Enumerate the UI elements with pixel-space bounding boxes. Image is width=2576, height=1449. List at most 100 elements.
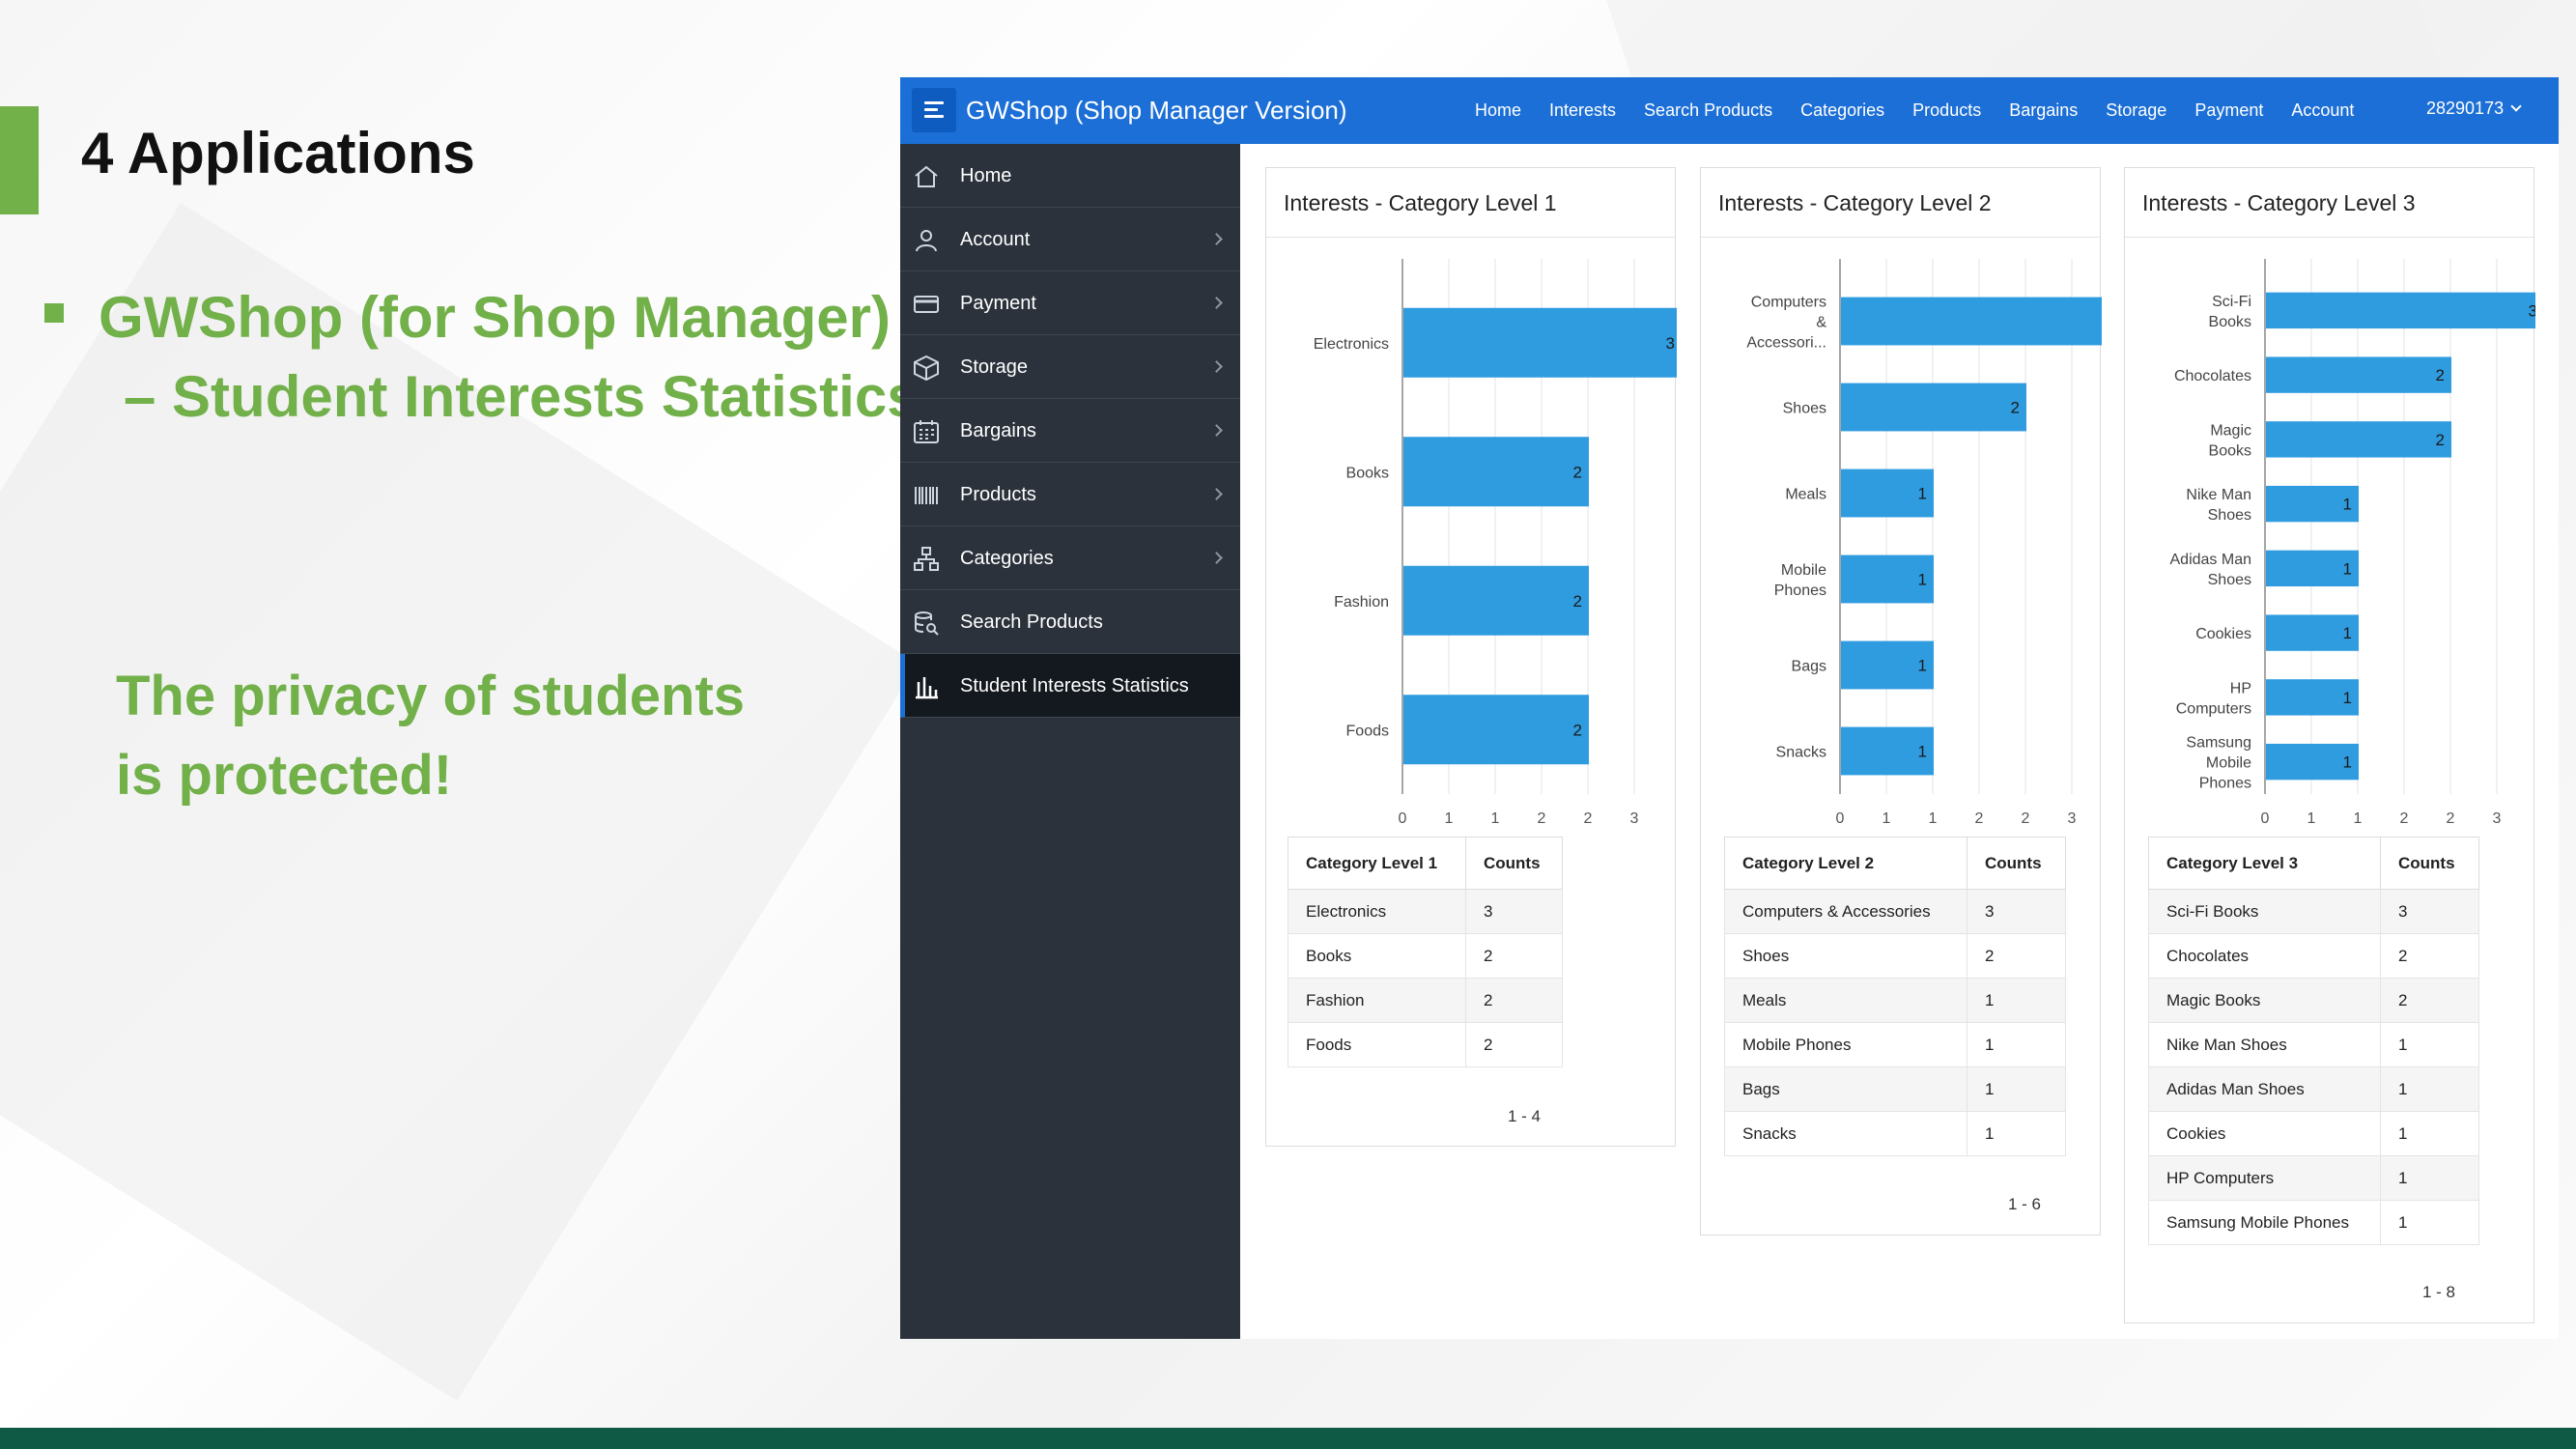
category-cell: Meals — [1724, 978, 1967, 1023]
x-tick-label: 1 — [1929, 810, 1938, 827]
x-tick-label: 0 — [1399, 810, 1407, 827]
user-menu[interactable]: 28290173 — [2426, 99, 2522, 119]
bar — [1403, 565, 1589, 636]
sidebar-item-products[interactable]: Products — [900, 463, 1240, 526]
sidebar-item-student-interests-statistics[interactable]: Student Interests Statistics — [900, 654, 1240, 718]
data-label: 1 — [1918, 571, 1927, 589]
table-header-row: Category Level 1 Counts — [1288, 837, 1563, 890]
count-cell: 2 — [2380, 978, 2479, 1023]
data-label: 1 — [2343, 496, 2352, 514]
data-table-level1: Category Level 1 Counts Electronics 3 Books 2… — [1288, 837, 1563, 1067]
chevron-right-icon[interactable] — [1210, 360, 1223, 373]
category-label: Books — [2209, 314, 2251, 330]
sidebar-item-categories[interactable]: Categories — [900, 526, 1240, 590]
x-tick-label: 3 — [2493, 810, 2502, 827]
privacy-note: The privacy of students is protected! — [116, 657, 745, 815]
menu-toggle-button[interactable] — [912, 88, 956, 132]
category-label: Bags — [1792, 659, 1826, 675]
chevron-right-icon[interactable] — [1210, 552, 1223, 564]
column-header-counts[interactable]: Counts — [1967, 837, 2066, 890]
nav-link-bargains[interactable]: Bargains — [2009, 100, 2078, 121]
bar-chart-level2: 011223343Computers&Accessori...2Shoes1Me… — [1746, 259, 2102, 827]
category-label: Computers — [1751, 295, 1826, 311]
sidebar-item-bargains[interactable]: Bargains — [900, 399, 1240, 463]
data-label: 1 — [2343, 624, 2352, 642]
sidebar-item-search-products[interactable]: Search Products — [900, 590, 1240, 654]
category-cell: Samsung Mobile Phones — [2148, 1200, 2381, 1245]
chevron-down-icon — [2510, 100, 2522, 112]
nav-link-search-products[interactable]: Search Products — [1644, 100, 1772, 121]
app-title[interactable]: GWShop (Shop Manager Version) — [966, 96, 1347, 126]
count-cell: 1 — [1967, 978, 2066, 1023]
table-row: Books 2 — [1288, 933, 1563, 979]
nav-link-home[interactable]: Home — [1475, 100, 1521, 121]
bullet-marker — [44, 303, 64, 323]
category-label: Phones — [1774, 582, 1826, 599]
x-tick-label: 1 — [1882, 810, 1891, 827]
category-label: Fashion — [1334, 594, 1389, 611]
sidebar-item-payment[interactable]: Payment — [900, 271, 1240, 335]
category-label: Books — [1346, 465, 1389, 481]
chevron-right-icon[interactable] — [1210, 488, 1223, 500]
column-header-counts[interactable]: Counts — [2380, 837, 2479, 890]
home-icon — [915, 165, 938, 187]
nav-link-account[interactable]: Account — [2291, 100, 2354, 121]
column-header-category[interactable]: Category Level 3 — [2148, 837, 2381, 890]
bar — [1403, 437, 1589, 507]
category-label: Foods — [1346, 723, 1389, 739]
count-cell: 1 — [1967, 1111, 2066, 1156]
x-tick-label: 2 — [2400, 810, 2409, 827]
nav-link-categories[interactable]: Categories — [1800, 100, 1884, 121]
chevron-right-icon[interactable] — [1210, 297, 1223, 309]
card-title: Interests - Category Level 2 — [1701, 168, 2100, 238]
column-header-category[interactable]: Category Level 1 — [1288, 837, 1466, 890]
x-tick-label: 3 — [2068, 810, 2077, 827]
category-label: Meals — [1785, 487, 1826, 503]
x-tick-label: 1 — [1491, 810, 1500, 827]
column-header-counts[interactable]: Counts — [1465, 837, 1563, 890]
category-cell: Chocolates — [2148, 933, 2381, 979]
menu-icon-line — [924, 101, 944, 104]
category-cell: Magic Books — [2148, 978, 2381, 1023]
count-cell: 1 — [2380, 1155, 2479, 1201]
category-cell: Snacks — [1724, 1111, 1967, 1156]
sidebar-item-home[interactable]: Home — [900, 144, 1240, 208]
category-label: Mobile — [2206, 755, 2251, 772]
sidebar-item-label: Payment — [960, 293, 1036, 314]
nav-link-products[interactable]: Products — [1912, 100, 1981, 121]
table-row: Meals 1 — [1724, 978, 2066, 1023]
category-cell: Bags — [1724, 1066, 1967, 1112]
count-cell: 1 — [2380, 1200, 2479, 1245]
category-label: Chocolates — [2174, 368, 2251, 384]
x-tick-label: 2 — [2447, 810, 2455, 827]
nav-link-storage[interactable]: Storage — [2106, 100, 2166, 121]
nav-link-payment[interactable]: Payment — [2194, 100, 2263, 121]
count-cell: 3 — [1967, 889, 2066, 934]
bar-chart-icon — [916, 677, 938, 699]
nav-link-interests[interactable]: Interests — [1549, 100, 1616, 121]
table-row: HP Computers 1 — [2148, 1155, 2479, 1201]
count-cell: 1 — [2380, 1111, 2479, 1156]
x-tick-label: 1 — [2354, 810, 2363, 827]
card-title: Interests - Category Level 1 — [1266, 168, 1675, 238]
sidebar-item-label: Student Interests Statistics — [960, 675, 1189, 696]
interests-card-level3: Interests - Category Level 3 011223343Sc… — [2124, 167, 2535, 1323]
sidebar-item-account[interactable]: Account — [900, 208, 1240, 271]
sidebar-item-label: Account — [960, 229, 1031, 250]
chevron-right-icon[interactable] — [1210, 233, 1223, 245]
data-label: 1 — [1918, 485, 1927, 503]
bar — [1403, 307, 1677, 378]
sidebar-item-storage[interactable]: Storage — [900, 335, 1240, 399]
category-label: Snacks — [1776, 745, 1826, 761]
sidebar-item-label: Bargains — [960, 420, 1036, 441]
sidebar-item-label: Storage — [960, 356, 1029, 378]
pagination: 1 - 6 — [2008, 1195, 2042, 1213]
pagination: 1 - 4 — [1508, 1107, 1542, 1125]
category-label: & — [1816, 315, 1826, 331]
x-tick-label: 0 — [2261, 810, 2270, 827]
x-tick-label: 2 — [1538, 810, 1546, 827]
chevron-right-icon[interactable] — [1210, 424, 1223, 437]
column-header-category[interactable]: Category Level 2 — [1724, 837, 1967, 890]
table-row: Snacks 1 — [1724, 1111, 2066, 1156]
category-label: Accessori... — [1746, 335, 1826, 352]
